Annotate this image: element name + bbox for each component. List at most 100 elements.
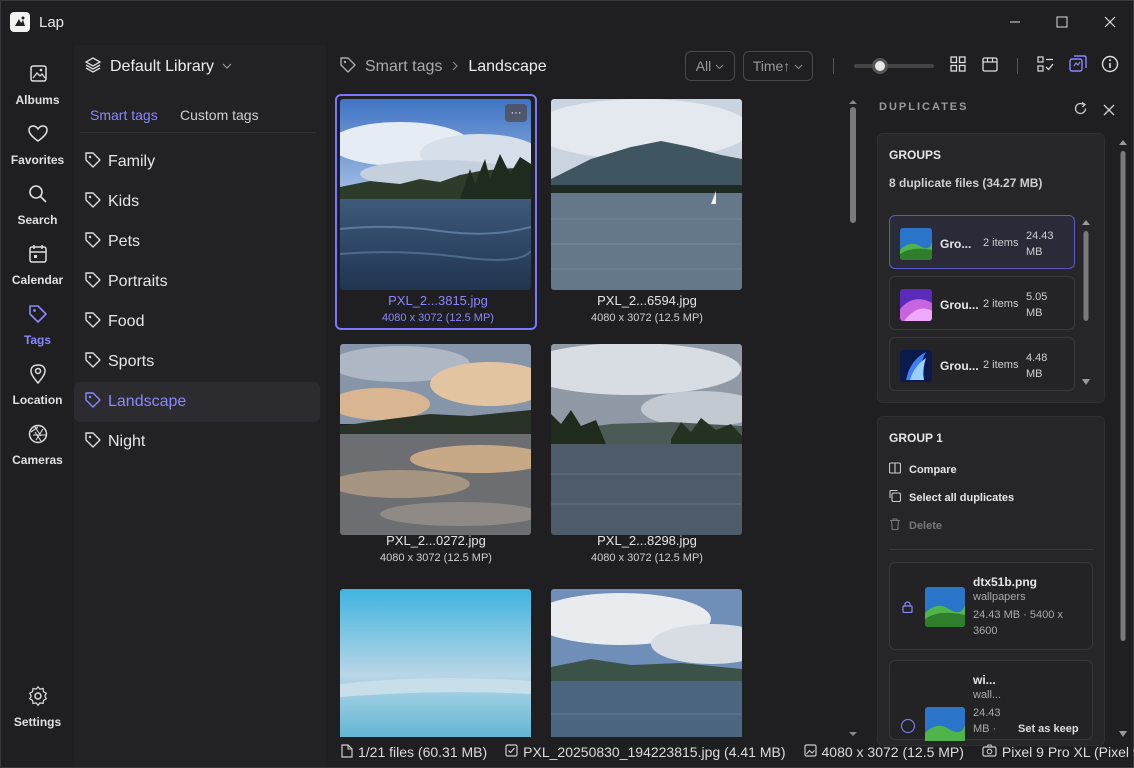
thumbnail-size-slider[interactable] [854, 58, 934, 74]
photo-thumbnail [340, 99, 531, 290]
type-filter-value: All [695, 58, 712, 74]
delete-button[interactable]: Delete [889, 518, 942, 533]
tab-custom-tags[interactable]: Custom tags [180, 107, 259, 123]
type-filter-dropdown[interactable]: All [685, 51, 735, 81]
photo-card[interactable]: ··· PXL_2...3815.jpg 4080 x 3072 (12.5 M… [335, 94, 537, 330]
title-bar: Lap [1, 1, 1134, 45]
status-bar: 1/21 files (60.31 MB) PXL_20250830_19422… [331, 737, 1134, 767]
photo-grid: ··· PXL_2...3815.jpg 4080 x 3072 (12.5 M… [326, 89, 846, 737]
rail-item-settings[interactable]: Settings [1, 685, 74, 741]
refresh-button[interactable] [1073, 101, 1088, 121]
app-title: Lap [39, 14, 65, 31]
rail-item-tags[interactable]: Tags [1, 303, 74, 359]
tag-item-family[interactable]: Family [74, 142, 320, 182]
group-size: 4.48 MB [1026, 352, 1048, 380]
photo-card[interactable] [546, 584, 748, 737]
status-files-text: 1/21 files (60.31 MB) [358, 744, 488, 760]
rail-item-calendar[interactable]: Calendar [1, 243, 74, 299]
photo-dimensions: 4080 x 3072 (12.5 MP) [591, 312, 703, 324]
group-thumbnail [900, 228, 932, 260]
tag-icon [84, 231, 102, 254]
info-icon [1101, 55, 1119, 78]
albums-icon [27, 63, 49, 90]
status-resolution: 4080 x 3072 (12.5 MP) [803, 744, 964, 760]
keep-radio[interactable] [901, 719, 915, 733]
status-selected-file: PXL_20250830_194223815.jpg (4.41 MB) [505, 744, 786, 760]
select-all-label: Select all duplicates [909, 491, 1015, 504]
tag-item-kids[interactable]: Kids [74, 182, 320, 222]
toolbar-divider [1017, 58, 1018, 74]
file-thumbnail [925, 587, 965, 627]
file-name: dtx51b.png [973, 575, 1038, 589]
photo-card[interactable]: PXL_2...6594.jpg 4080 x 3072 (12.5 MP) [546, 94, 748, 330]
duplicate-file-card[interactable]: wi... wall... 24.43 MB · Set as keep [889, 660, 1093, 741]
groups-scrollbar[interactable] [1082, 219, 1090, 387]
group-row[interactable]: Gro... 2 items 24.43 MB [889, 215, 1075, 269]
close-window-button[interactable] [1090, 9, 1130, 35]
status-camera-text: Pixel 9 Pro XL (Pixel 9 Pro [1001, 744, 1134, 760]
tag-icon [339, 56, 357, 79]
rail-item-search[interactable]: Search [1, 183, 74, 239]
duplicates-panel-button[interactable] [1067, 54, 1089, 78]
library-name: Default Library [110, 58, 215, 75]
tag-icon [84, 311, 102, 334]
info-button[interactable] [1099, 55, 1121, 77]
set-as-keep-button[interactable]: Set as keep [1018, 723, 1079, 735]
close-panel-button[interactable] [1103, 103, 1115, 121]
tag-tabs: Smart tags Custom tags [80, 103, 316, 133]
duplicates-scrollbar[interactable] [1119, 139, 1127, 737]
group-count: 2 items [983, 359, 1019, 371]
tag-icon [84, 191, 102, 214]
grid-scrollbar[interactable] [848, 95, 858, 736]
select-mode-button[interactable] [1035, 55, 1057, 77]
calendar-view-button[interactable] [979, 55, 1001, 77]
library-selector[interactable]: Default Library [84, 55, 232, 79]
tag-item-landscape[interactable]: Landscape [74, 382, 320, 422]
grid-view-button[interactable] [947, 55, 969, 77]
scrollbar-thumb[interactable] [850, 107, 856, 223]
tag-label: Family [108, 153, 156, 170]
gear-icon [27, 685, 49, 712]
more-options-button[interactable]: ··· [505, 104, 527, 122]
rail-item-cameras[interactable]: Cameras [1, 423, 74, 479]
breadcrumb: Smart tags Landscape [339, 55, 547, 79]
rail-item-favorites[interactable]: Favorites [1, 123, 74, 179]
search-icon [27, 183, 49, 210]
lock-icon[interactable] [902, 600, 913, 618]
rail-item-albums[interactable]: Albums [1, 63, 74, 119]
photo-dimensions: 4080 x 3072 (12.5 MP) [591, 552, 703, 564]
refresh-icon [1073, 101, 1088, 120]
file-thumbnail [925, 707, 965, 741]
duplicates-icon [1069, 54, 1087, 78]
tag-item-portraits[interactable]: Portraits [74, 262, 320, 302]
slider-handle[interactable] [872, 58, 888, 74]
rail-item-location[interactable]: Location [1, 363, 74, 419]
rail-label: Tags [23, 333, 52, 347]
group-row[interactable]: Grou... 2 items 4.48 MB [889, 337, 1075, 391]
breadcrumb-parent[interactable]: Smart tags [365, 58, 442, 76]
tab-smart-tags[interactable]: Smart tags [90, 107, 158, 123]
photo-card[interactable]: PXL_2...8298.jpg 4080 x 3072 (12.5 MP) [546, 339, 748, 575]
minimize-button[interactable] [995, 9, 1035, 35]
file-meta: 24.43 MB · [973, 707, 1001, 735]
select-all-duplicates-button[interactable]: Select all duplicates [889, 489, 1015, 505]
tag-item-night[interactable]: Night [74, 422, 320, 462]
group-row[interactable]: Grou... 2 items 5.05 MB [889, 276, 1075, 330]
tag-icon [27, 303, 49, 330]
tag-item-food[interactable]: Food [74, 302, 320, 342]
photo-name: PXL_2...0272.jpg [386, 533, 486, 548]
photo-card[interactable]: PXL_2...0272.jpg 4080 x 3072 (12.5 MP) [335, 339, 537, 575]
groups-section: GROUPS 8 duplicate files (34.27 MB) Gro.… [877, 133, 1105, 403]
duplicates-panel: DUPLICATES GROUPS 8 duplicate files (34.… [869, 89, 1131, 746]
tag-item-sports[interactable]: Sports [74, 342, 320, 382]
chevron-down-icon [222, 58, 232, 76]
compare-button[interactable]: Compare [888, 462, 957, 477]
grid-icon [950, 55, 966, 77]
maximize-button[interactable] [1042, 9, 1082, 35]
photo-card[interactable] [335, 584, 537, 737]
duplicate-file-card[interactable]: dtx51b.png wallpapers 24.43 MB · 5400 x … [889, 562, 1093, 650]
tag-label: Pets [108, 233, 141, 250]
tag-item-pets[interactable]: Pets [74, 222, 320, 262]
sort-dropdown[interactable]: Time↑ [743, 51, 813, 81]
tag-icon [84, 351, 102, 374]
